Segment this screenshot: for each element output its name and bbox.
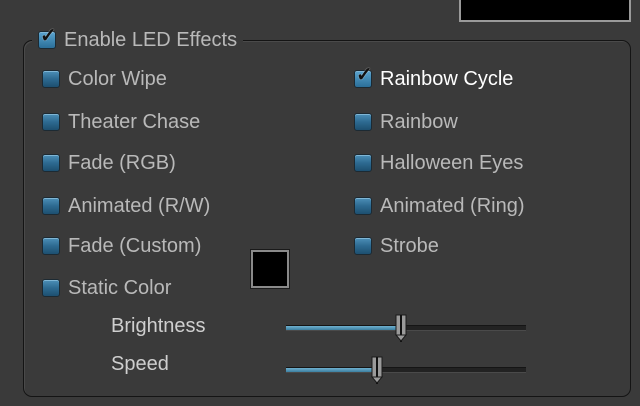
color-swatch[interactable] xyxy=(250,249,290,289)
fade-custom-checkbox[interactable] xyxy=(42,237,60,255)
effect-color-wipe[interactable]: Color Wipe xyxy=(42,64,167,94)
effect-fade-custom[interactable]: Fade (Custom) xyxy=(42,231,201,261)
brightness-label: Brightness xyxy=(111,315,206,337)
effect-halloween-eyes[interactable]: Halloween Eyes xyxy=(354,148,523,178)
brightness-slider-fill xyxy=(286,326,401,330)
color-wipe-label: Color Wipe xyxy=(68,67,167,90)
rainbow-cycle-label: Rainbow Cycle xyxy=(380,67,514,90)
top-right-black-panel xyxy=(459,0,631,22)
brightness-slider-thumb[interactable] xyxy=(394,313,408,343)
halloween-eyes-checkbox[interactable] xyxy=(354,154,372,172)
effect-animated-rw[interactable]: Animated (R/W) xyxy=(42,191,210,221)
rainbow-checkbox[interactable] xyxy=(354,113,372,131)
effect-fade-rgb[interactable]: Fade (RGB) xyxy=(42,148,176,178)
effect-theater-chase[interactable]: Theater Chase xyxy=(42,107,200,137)
speed-slider[interactable] xyxy=(286,367,526,373)
effect-rainbow[interactable]: Rainbow xyxy=(354,107,458,137)
strobe-label: Strobe xyxy=(380,234,439,257)
effect-rainbow-cycle[interactable]: ✓ Rainbow Cycle xyxy=(354,64,513,94)
enable-led-effects-box[interactable]: ✓ xyxy=(38,26,57,49)
speed-slider-fill xyxy=(286,368,377,372)
static-color-label: Static Color xyxy=(68,276,172,299)
fade-custom-label: Fade (Custom) xyxy=(68,234,202,257)
static-color-checkbox[interactable] xyxy=(42,279,60,297)
effect-static-color[interactable]: Static Color xyxy=(42,273,171,303)
color-wipe-checkbox[interactable] xyxy=(42,70,60,88)
theater-chase-checkbox[interactable] xyxy=(42,113,60,131)
effect-animated-ring[interactable]: Animated (Ring) xyxy=(354,191,525,221)
enable-led-effects-label: Enable LED Effects xyxy=(64,28,238,51)
speed-slider-thumb[interactable] xyxy=(370,355,384,385)
halloween-eyes-label: Halloween Eyes xyxy=(380,151,524,174)
animated-ring-label: Animated (Ring) xyxy=(380,194,525,217)
rainbow-label: Rainbow xyxy=(380,110,458,133)
check-icon: ✓ xyxy=(40,25,57,47)
check-icon: ✓ xyxy=(356,64,373,86)
animated-ring-checkbox[interactable] xyxy=(354,197,372,215)
animated-rw-checkbox[interactable] xyxy=(42,197,60,215)
speed-label: Speed xyxy=(111,353,169,375)
theater-chase-label: Theater Chase xyxy=(68,110,201,133)
effect-strobe[interactable]: Strobe xyxy=(354,231,439,261)
fade-rgb-checkbox[interactable] xyxy=(42,154,60,172)
rainbow-cycle-checkbox[interactable]: ✓ xyxy=(354,65,373,88)
strobe-checkbox[interactable] xyxy=(354,237,372,255)
fade-rgb-label: Fade (RGB) xyxy=(68,151,176,174)
animated-rw-label: Animated (R/W) xyxy=(68,194,211,217)
enable-led-effects-checkbox[interactable]: ✓ Enable LED Effects xyxy=(32,24,244,56)
